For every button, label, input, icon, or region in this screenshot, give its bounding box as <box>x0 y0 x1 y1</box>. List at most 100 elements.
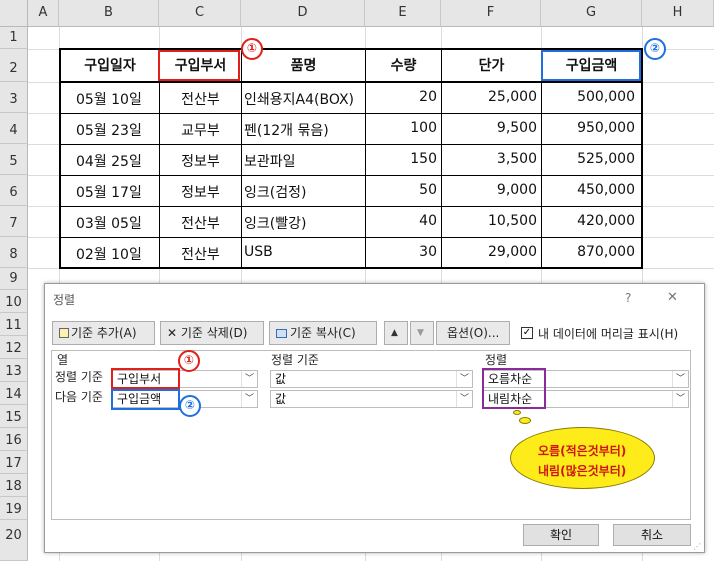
table-cell-unit-price[interactable]: 10,500 <box>442 213 537 229</box>
help-button[interactable]: ? <box>625 291 631 305</box>
table-cell-unit-price[interactable]: 29,000 <box>442 244 537 260</box>
row-header-3[interactable]: 3 <box>0 82 28 113</box>
column-header-b[interactable]: B <box>59 0 159 27</box>
table-cell-unit-price[interactable]: 3,500 <box>442 151 537 167</box>
row-header-10[interactable]: 10 <box>0 290 28 313</box>
sort-on-select-2[interactable]: 값 ﹀ <box>270 390 473 408</box>
move-down-button[interactable]: ▼ <box>410 321 434 345</box>
table-cell-quantity[interactable]: 150 <box>366 151 437 167</box>
table-cell-unit-price[interactable]: 9,500 <box>442 120 537 136</box>
dialog-title: 정렬 <box>53 293 76 307</box>
header-checkbox[interactable]: ✓ <box>521 327 533 339</box>
row-header-12[interactable]: 12 <box>0 336 28 359</box>
resize-grip-icon[interactable]: ⋰ <box>693 542 701 551</box>
table-cell-item[interactable]: 보관파일 <box>244 151 364 171</box>
chevron-down-icon[interactable]: ﹀ <box>456 391 472 407</box>
row-header-6[interactable]: 6 <box>0 175 28 206</box>
callout-bubble-dot <box>513 410 521 415</box>
header-purchase-date[interactable]: 구입일자 <box>61 55 159 75</box>
row-header-13[interactable]: 13 <box>0 359 28 382</box>
copy-level-label: 기준 복사(C) <box>290 326 356 340</box>
header-quantity[interactable]: 수량 <box>366 55 441 75</box>
column-header-a[interactable]: A <box>28 0 59 27</box>
column-header-d[interactable]: D <box>241 0 365 27</box>
row-header-5[interactable]: 5 <box>0 144 28 175</box>
row-header-19[interactable]: 19 <box>0 497 28 520</box>
table-cell-date[interactable]: 05월 23일 <box>76 120 158 140</box>
cancel-button[interactable]: 취소 <box>613 524 691 546</box>
chevron-down-icon[interactable]: ﹀ <box>672 391 688 407</box>
column-header-f[interactable]: F <box>441 0 541 27</box>
row-header-16[interactable]: 16 <box>0 428 28 451</box>
highlight-sort-column-2 <box>111 389 180 410</box>
column-header-e[interactable]: E <box>365 0 441 27</box>
table-cell-unit-price[interactable]: 25,000 <box>442 89 537 105</box>
table-cell-date[interactable]: 02월 10일 <box>76 244 158 264</box>
move-up-button[interactable]: ▲ <box>384 321 408 345</box>
row-header-2[interactable]: 2 <box>0 49 28 82</box>
chevron-down-icon[interactable]: ﹀ <box>456 371 472 387</box>
chevron-down-icon[interactable]: ﹀ <box>241 391 257 407</box>
table-cell-amount[interactable]: 525,000 <box>542 151 635 167</box>
table-cell-item[interactable]: 잉크(빨강) <box>244 213 364 233</box>
ok-button[interactable]: 확인 <box>523 524 599 546</box>
row-header-8[interactable]: 8 <box>0 237 28 268</box>
sort-on-select-1[interactable]: 값 ﹀ <box>270 370 473 388</box>
column-header-g[interactable]: G <box>541 0 642 27</box>
table-cell-department[interactable]: 교무부 <box>160 120 241 140</box>
table-cell-item[interactable]: USB <box>244 244 364 260</box>
table-cell-quantity[interactable]: 100 <box>366 120 437 136</box>
header-unit-price[interactable]: 단가 <box>442 55 541 75</box>
table-cell-date[interactable]: 03월 05일 <box>76 213 158 233</box>
table-cell-amount[interactable]: 500,000 <box>542 89 635 105</box>
table-cell-quantity[interactable]: 40 <box>366 213 437 229</box>
row-header-17[interactable]: 17 <box>0 451 28 474</box>
row-header-11[interactable]: 11 <box>0 313 28 336</box>
row-header-15[interactable]: 15 <box>0 405 28 428</box>
table-cell-amount[interactable]: 950,000 <box>542 120 635 136</box>
sort-dialog: 정렬 ? ✕ 기준 추가(A) ✕ 기준 삭제(D) 기준 복사(C) ▲ ▼ … <box>44 283 705 553</box>
table-cell-department[interactable]: 전산부 <box>160 244 241 264</box>
table-cell-quantity[interactable]: 50 <box>366 182 437 198</box>
row-header-4[interactable]: 4 <box>0 113 28 144</box>
add-level-button[interactable]: 기준 추가(A) <box>52 321 155 345</box>
table-cell-amount[interactable]: 450,000 <box>542 182 635 198</box>
table-cell-department[interactable]: 정보부 <box>160 151 241 171</box>
select-all-corner[interactable] <box>0 0 28 27</box>
table-cell-department[interactable]: 전산부 <box>160 213 241 233</box>
header-item[interactable]: 품명 <box>242 55 365 75</box>
table-cell-item[interactable]: 잉크(검정) <box>244 182 364 202</box>
chevron-down-icon[interactable]: ﹀ <box>672 371 688 387</box>
row-header-9[interactable]: 9 <box>0 268 28 290</box>
row-header-1[interactable]: 1 <box>0 27 28 49</box>
table-border <box>59 113 643 114</box>
table-cell-date[interactable]: 05월 17일 <box>76 182 158 202</box>
then-by-label: 다음 기준 <box>55 390 103 404</box>
row-header-7[interactable]: 7 <box>0 206 28 237</box>
table-cell-quantity[interactable]: 30 <box>366 244 437 260</box>
row-header-20[interactable]: 20 <box>0 520 28 561</box>
table-cell-item[interactable]: 인쇄용지A4(BOX) <box>244 89 364 109</box>
table-cell-unit-price[interactable]: 9,000 <box>442 182 537 198</box>
table-cell-item[interactable]: 펜(12개 묶음) <box>244 120 364 140</box>
table-cell-date[interactable]: 05월 10일 <box>76 89 158 109</box>
table-cell-date[interactable]: 04월 25일 <box>76 151 158 171</box>
table-border <box>59 237 643 238</box>
copy-level-button[interactable]: 기준 복사(C) <box>269 321 377 345</box>
table-cell-department[interactable]: 전산부 <box>160 89 241 109</box>
table-cell-amount[interactable]: 420,000 <box>542 213 635 229</box>
callout-ascending: 오름(적은것부터) <box>538 444 627 458</box>
column-header-h[interactable]: H <box>642 0 714 27</box>
column-heading: 열 <box>57 353 69 367</box>
column-header-c[interactable]: C <box>159 0 241 27</box>
row-header-18[interactable]: 18 <box>0 474 28 497</box>
table-cell-amount[interactable]: 870,000 <box>542 244 635 260</box>
options-button[interactable]: 옵션(O)... <box>436 321 510 345</box>
delete-level-button[interactable]: ✕ 기준 삭제(D) <box>160 321 264 345</box>
table-border <box>59 81 643 83</box>
close-button[interactable]: ✕ <box>667 290 678 305</box>
chevron-down-icon[interactable]: ﹀ <box>241 371 257 387</box>
row-header-14[interactable]: 14 <box>0 382 28 405</box>
table-cell-quantity[interactable]: 20 <box>366 89 437 105</box>
table-cell-department[interactable]: 정보부 <box>160 182 241 202</box>
